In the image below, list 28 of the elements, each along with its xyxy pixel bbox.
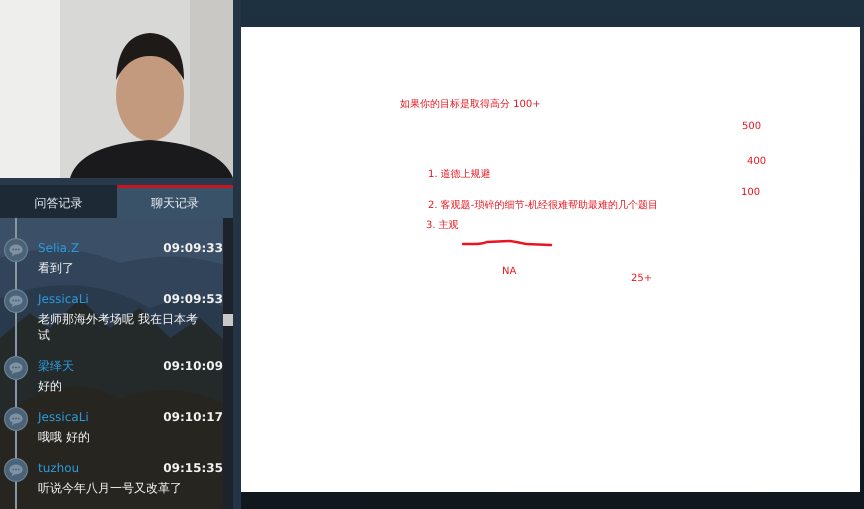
handwritten-note: 500 — [742, 121, 762, 132]
handwritten-note: 100 — [741, 187, 760, 198]
tab[interactable]: 问答记录 — [0, 185, 116, 218]
message-text: 看到了 — [38, 260, 75, 276]
message-text: 好的 — [38, 378, 63, 394]
handwritten-note: 2. 客观题-琐碎的细节-机经很难帮助最难的几个题目 — [428, 198, 658, 212]
user-name: JessicaLi — [38, 409, 89, 426]
user-name: Selia.Z — [38, 240, 80, 257]
message-text: 老师那海外考场呢 我在日本考试 — [38, 311, 199, 343]
handwritten-note: 1. 道德上规避 — [428, 168, 491, 181]
user-name: 梁绎天 — [38, 358, 74, 375]
message-time: 09:09:53 — [163, 291, 223, 308]
scroll-thumb[interactable] — [223, 314, 233, 326]
handwritten-note: NA — [502, 266, 516, 277]
message-text: 听说今年八月一号又改革了 — [38, 480, 183, 496]
handwritten-note: 3. 主观 — [426, 218, 459, 232]
handwritten-note: 400 — [747, 156, 766, 167]
message-time: 09:15:35 — [163, 460, 223, 477]
tab[interactable]: 聊天记录 — [116, 185, 233, 218]
handwritten-note: 如果你的目标是取得高分 100+ — [400, 98, 541, 111]
scrollbar[interactable] — [223, 218, 233, 509]
message-time: 09:10:09 — [163, 358, 223, 375]
user-name: JessicaLi — [38, 291, 89, 308]
message-time: 09:10:17 — [163, 409, 223, 426]
handwritten-note: 25+ — [631, 273, 652, 284]
message-text: 哦哦 好的 — [38, 429, 91, 445]
user-name: tuzhou — [38, 460, 80, 477]
message-time: 09:09:33 — [163, 240, 223, 257]
